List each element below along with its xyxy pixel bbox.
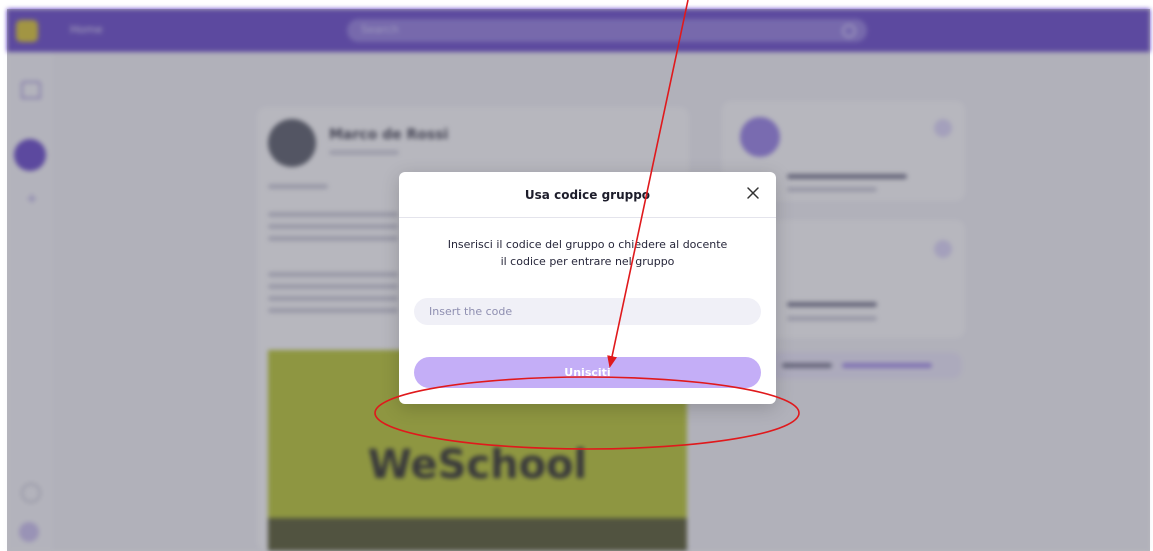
join-button[interactable]: Unisciti xyxy=(414,357,761,388)
dialog-description: Inserisci il codice del gruppo o chieder… xyxy=(419,236,756,270)
dialog-header: Usa codice gruppo xyxy=(399,172,776,218)
join-group-dialog: Usa codice gruppo Inserisci il codice de… xyxy=(399,172,776,404)
description-line-1: Inserisci il codice del gruppo o chieder… xyxy=(447,238,728,251)
description-line-2: il codice per entrare nel gruppo xyxy=(500,255,675,268)
close-icon[interactable] xyxy=(744,184,762,202)
group-code-input[interactable] xyxy=(414,298,761,325)
dialog-title: Usa codice gruppo xyxy=(524,188,651,202)
